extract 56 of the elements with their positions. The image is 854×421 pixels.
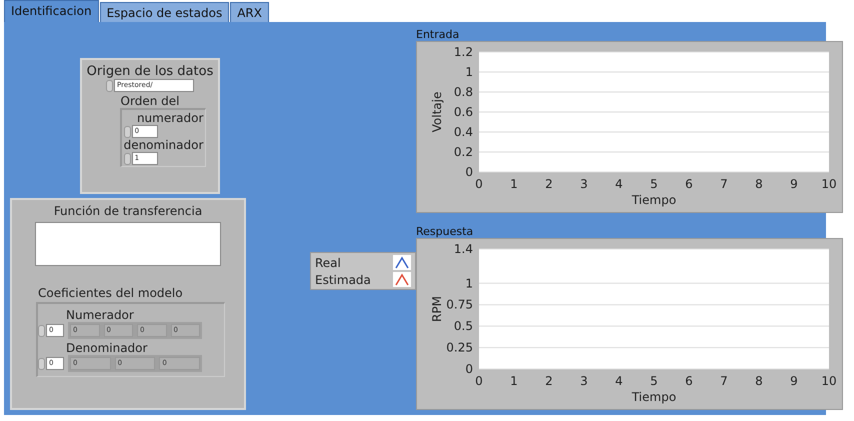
x-axis-label: Tiempo [632,193,676,207]
x-tick-label: 9 [790,374,798,388]
group-label: Numerador [66,308,135,322]
tab[interactable]: Identificacion [4,0,99,22]
tab[interactable]: ARX [230,2,269,22]
y-tick-label: 0.6 [454,105,473,119]
x-tick-label: 3 [580,374,588,388]
y-tick-label: 0.25 [446,340,473,355]
line-sample-icon[interactable] [393,255,411,270]
legend-label: Real [315,256,341,270]
panel-title: Función de transferencia [54,204,202,218]
group-label: Denominador [66,341,148,355]
x-tick-label: 2 [545,177,553,191]
y-tick-label: 0.5 [454,319,473,334]
y-tick-label: 1 [465,65,473,79]
x-tick-label: 5 [650,177,658,191]
x-tick-label: 7 [720,177,728,191]
x-tick-label: 5 [650,374,658,388]
x-tick-label: 10 [821,374,837,388]
y-tick-label: 0 [465,362,473,376]
tab[interactable]: Espacio de estados [100,2,230,22]
x-tick-label: 7 [720,374,728,388]
y-tick-label: 0.75 [446,298,473,312]
y-tick-label: 1.4 [454,242,473,256]
x-tick-label: 0 [475,177,483,191]
x-tick-label: 0 [475,374,483,388]
chart-title: Entrada [416,28,460,41]
chart-title: Respuesta [416,225,474,238]
y-tick-label: 0.4 [454,125,473,139]
x-tick-label: 8 [755,177,763,191]
x-axis-label: Tiempo [632,390,676,404]
x-tick-label: 6 [685,177,693,191]
y-tick-label: 0 [465,165,473,179]
y-tick-label: 1.2 [454,45,473,59]
y-tick-label: 0.2 [454,145,473,159]
section-label: Orden del [120,94,180,108]
y-axis-label: Voltaje [430,92,444,132]
x-tick-label: 4 [615,177,623,191]
y-tick-label: 0.8 [454,85,473,99]
x-tick-label: 8 [755,374,763,388]
x-tick-label: 6 [685,374,693,388]
panel-title: Origen de los datos [86,64,214,79]
line-sample-icon[interactable] [393,272,411,287]
x-tick-label: 10 [821,177,837,191]
x-tick-label: 9 [790,177,798,191]
field-label: denominador [124,138,204,152]
section-label: Coeficientes del modelo [38,286,183,300]
x-tick-label: 1 [510,177,518,191]
x-tick-label: 1 [510,374,518,388]
y-tick-label: 1 [465,276,473,290]
x-tick-label: 3 [580,177,588,191]
x-tick-label: 2 [545,374,553,388]
field-label: numerador [136,111,204,125]
legend-label: Estimada [315,272,371,286]
x-tick-label: 4 [615,374,623,388]
y-axis-label: RPM [430,296,444,322]
